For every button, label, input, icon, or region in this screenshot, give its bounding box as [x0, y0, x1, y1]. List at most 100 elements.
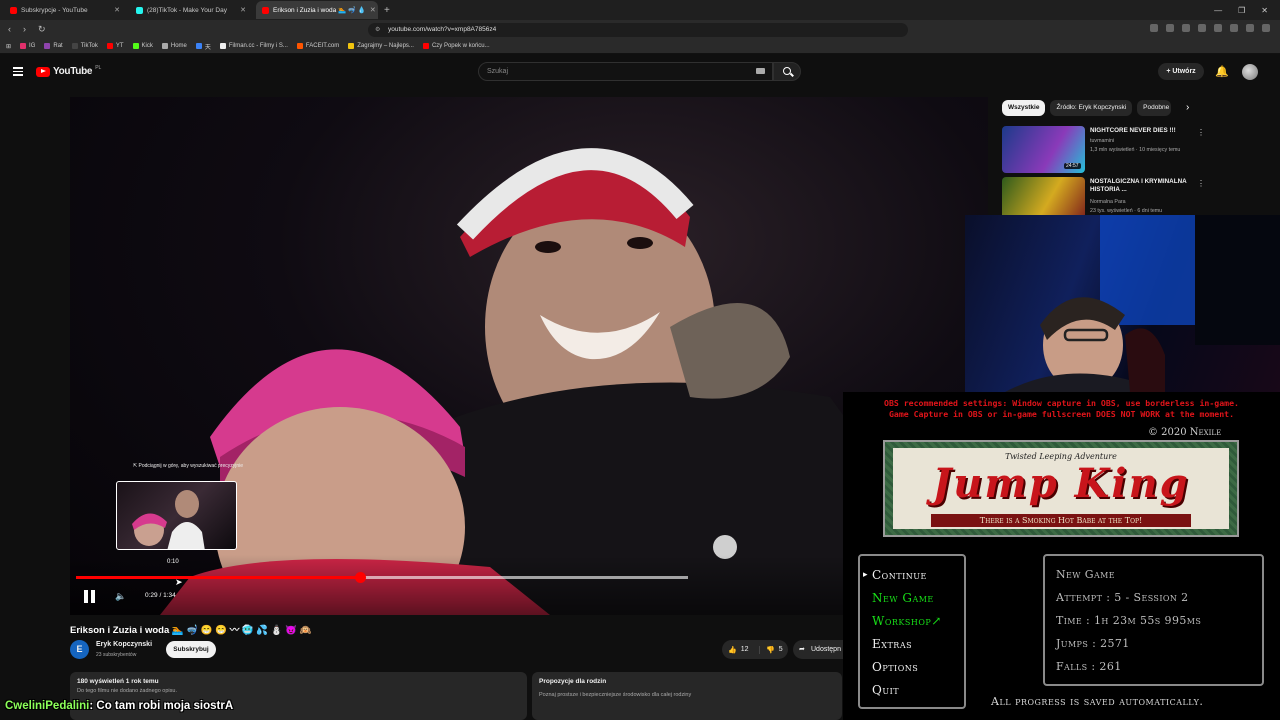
menu-icon[interactable]: [13, 67, 23, 78]
extension-icon[interactable]: [1262, 24, 1270, 32]
more-options-icon[interactable]: ⋮: [1197, 179, 1205, 188]
chip-from-channel[interactable]: Źródło: Eryk Kopczynski: [1050, 100, 1133, 116]
menu-continue[interactable]: Continue: [872, 564, 964, 587]
bookmark-icon: [132, 43, 139, 49]
more-options-icon[interactable]: ⋮: [1197, 128, 1205, 137]
bookmark-ig[interactable]: IG: [20, 43, 35, 49]
account-avatar[interactable]: [1242, 64, 1258, 80]
extension-icon[interactable]: [1246, 24, 1254, 32]
maximize-icon[interactable]: ❐: [1238, 6, 1245, 15]
game-title-banner: Twisted Leeping Adventure Jump King Ther…: [883, 440, 1239, 537]
extension-icon[interactable]: [1198, 24, 1206, 32]
close-tab-icon[interactable]: ✕: [240, 6, 246, 14]
channel-avatar[interactable]: E: [70, 640, 89, 659]
extension-icon[interactable]: [1230, 24, 1238, 32]
url-text: youtube.com/watch?v=xmp8A7856z4: [388, 26, 497, 33]
menu-quit[interactable]: Quit: [872, 679, 964, 702]
recommended-channel[interactable]: Normalna Para: [1090, 199, 1126, 205]
family-card-title: Propozycje dla rodzin: [539, 678, 607, 685]
chip-all[interactable]: Wszystkie: [1002, 100, 1046, 116]
chat-text: : Co tam robi moja siostrA: [89, 700, 234, 712]
extension-icons: [1150, 24, 1270, 32]
minimize-icon[interactable]: —: [1214, 6, 1222, 15]
subscribe-button[interactable]: Subskrybuj: [166, 641, 216, 658]
close-tab-icon[interactable]: ✕: [114, 6, 120, 14]
stats-time: Time : 1h 23m 55s 995ms: [1056, 614, 1202, 627]
forward-icon[interactable]: ›: [23, 24, 26, 35]
menu-extras[interactable]: Extras: [872, 633, 964, 656]
notifications-bell-icon[interactable]: 🔔: [1215, 65, 1229, 78]
scrubber-handle[interactable]: [355, 572, 367, 583]
bookmark-kick[interactable]: Kick: [132, 43, 153, 49]
tab-tiktok[interactable]: (28)TikTok - Make Your Day ✕: [130, 1, 252, 19]
extension-icon[interactable]: [1214, 24, 1222, 32]
youtube-logo[interactable]: YouTube PL: [36, 65, 101, 77]
extension-icon[interactable]: [1166, 24, 1174, 32]
mouse-cursor-icon: ➤: [175, 577, 183, 587]
extension-icon[interactable]: [1150, 24, 1158, 32]
menu-options[interactable]: Options: [872, 656, 964, 679]
recommended-meta: 1,3 mln wyświetleń · 10 miesięcy temu: [1090, 147, 1181, 153]
bookmark-icon: [106, 43, 113, 49]
youtube-favicon-icon: [262, 6, 269, 14]
bookmark-rat[interactable]: Rat: [44, 43, 63, 49]
like-count: 12: [740, 646, 749, 653]
bookmark-zagrajmy[interactable]: Zagrajmy – Najleps...: [348, 43, 414, 49]
dislike-button[interactable]: 👎 5: [760, 646, 783, 654]
pause-button[interactable]: [84, 590, 96, 603]
family-suggestions-card[interactable]: Propozycje dla rodzin Poznaj prostsze i …: [532, 672, 842, 720]
bookmark-tiktok[interactable]: TikTok: [71, 43, 98, 49]
chevron-right-icon[interactable]: ›: [1186, 102, 1189, 113]
family-card-text: Poznaj prostsze i bezpieczniejsze środow…: [539, 692, 692, 698]
bookmark-label: 天: [204, 44, 211, 51]
recommended-video[interactable]: 24:57 NIGHTCORE NEVER DIES !!! tuvmamini…: [1002, 126, 1272, 174]
video-title: Erikson i Zuzia i woda 🏊 🤿 😁 😁 〰 🥶 💦 ⛄ 😈…: [70, 625, 312, 636]
bookmark-tian[interactable]: 天: [195, 42, 211, 51]
chip-related[interactable]: Podobne: [1137, 100, 1172, 116]
bookmark-label: IG: [29, 43, 36, 49]
like-dislike-bar: 👍 12 👎 5: [722, 640, 788, 659]
tab-subskrypcje[interactable]: Subskrypcje - YouTube ✕: [4, 1, 126, 19]
bookmark-popek[interactable]: Czy Popek w końcu...: [422, 43, 490, 49]
recommended-channel[interactable]: tuvmamini: [1090, 138, 1114, 144]
game-overlay: OBS recommended settings: Window capture…: [843, 392, 1280, 720]
autosave-notice: All progress is saved automatically.: [991, 695, 1204, 708]
reload-icon[interactable]: ↻: [38, 24, 46, 35]
menu-new-game[interactable]: New Game: [872, 587, 964, 610]
menu-workshop[interactable]: Workshop↗: [872, 610, 964, 633]
new-tab-button[interactable]: +: [384, 5, 390, 16]
search-input[interactable]: Szukaj: [478, 62, 773, 81]
volume-icon[interactable]: 🔈: [115, 591, 126, 602]
recommended-title[interactable]: NIGHTCORE NEVER DIES !!!: [1090, 127, 1190, 135]
apps-grid-icon[interactable]: ⊞: [6, 43, 11, 50]
thumbs-up-icon: 👍: [728, 646, 737, 654]
bookmark-faceit[interactable]: FACEIT.com: [296, 43, 339, 49]
keyboard-icon[interactable]: [756, 68, 765, 74]
tab-current-video[interactable]: Erikson i Zuzia i woda 🏊 🤿 💧 ✕: [256, 1, 378, 19]
create-button[interactable]: + Utwórz: [1158, 63, 1204, 80]
recommended-title[interactable]: NOSTALGICZNA I KRYMINALNA HISTORIA ...: [1090, 178, 1190, 194]
bookmark-icon: [161, 43, 168, 49]
url-field[interactable]: ⚙ youtube.com/watch?v=xmp8A7856z4: [368, 23, 908, 37]
tab-title: Subskrypcje - YouTube: [21, 6, 88, 14]
like-button[interactable]: 👍 12: [722, 645, 760, 654]
bookmark-filman[interactable]: Filman.cc - Filmy i S...: [219, 43, 288, 49]
channel-name[interactable]: Eryk Kopczynski: [96, 641, 152, 648]
bookmark-yt[interactable]: YT: [106, 43, 124, 49]
obs-warning-line: OBS recommended settings: Window capture…: [884, 398, 1239, 408]
banner-parchment: Twisted Leeping Adventure Jump King Ther…: [893, 448, 1229, 529]
description-box[interactable]: 180 wyświetleń 1 rok temu Do tego filmu …: [70, 672, 527, 720]
chat-message: CweliniPedalini: Co tam robi moja siostr…: [5, 700, 233, 712]
video-duration: 24:57: [1064, 163, 1081, 169]
bookmark-icon: [20, 43, 27, 49]
bookmark-icon: [44, 43, 51, 49]
close-tab-icon[interactable]: ✕: [370, 6, 376, 14]
site-info-icon[interactable]: ⚙: [375, 23, 380, 37]
game-copyright: © 2020 Nexile: [1148, 427, 1222, 438]
close-window-icon[interactable]: ✕: [1261, 6, 1268, 15]
extension-icon[interactable]: [1182, 24, 1190, 32]
search-button[interactable]: [773, 62, 801, 81]
seek-bar[interactable]: [76, 576, 688, 579]
bookmark-home[interactable]: Home: [161, 43, 187, 49]
back-icon[interactable]: ‹: [8, 24, 11, 35]
